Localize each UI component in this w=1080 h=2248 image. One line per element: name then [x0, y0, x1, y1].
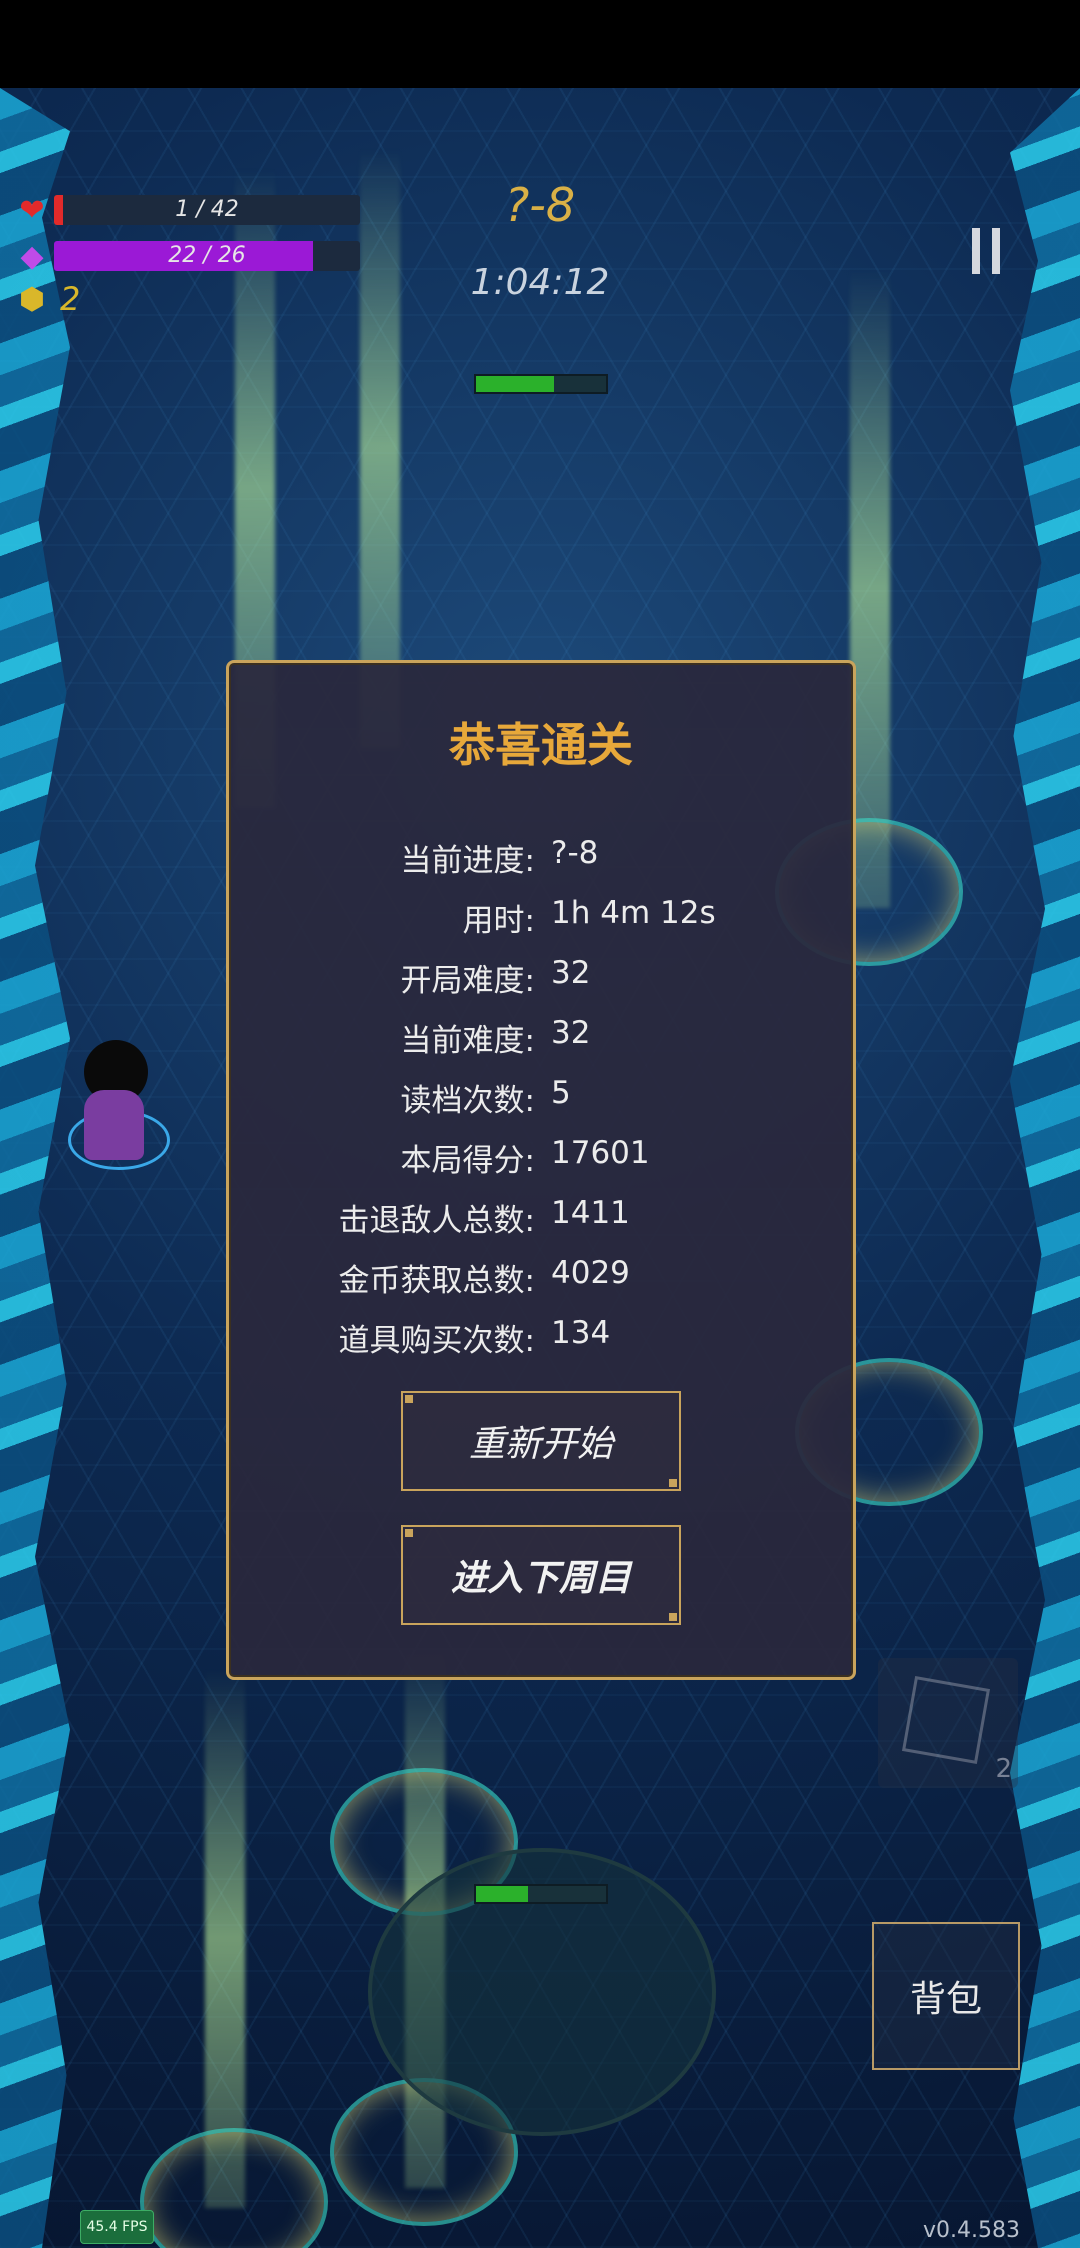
stat-label: 击退敌人总数:	[338, 1203, 535, 1239]
stat-row: 金币获取总数: 4029	[229, 1255, 853, 1305]
stat-row: 击退敌人总数: 1411	[229, 1195, 853, 1245]
mana-bar: 22 / 26	[54, 241, 360, 271]
stat-label: 读档次数:	[400, 1083, 535, 1119]
stat-label: 用时:	[462, 903, 535, 939]
stat-label: 金币获取总数:	[338, 1263, 535, 1299]
health-bar: 1 / 42	[54, 195, 360, 225]
next-cycle-button[interactable]: 进入下周目	[401, 1525, 681, 1625]
mana-row: ◆ 22 / 26	[14, 238, 360, 274]
light-beam	[850, 268, 890, 908]
stat-value: 1h 4m 12s	[551, 895, 716, 931]
stat-label: 开局难度:	[400, 963, 535, 999]
stat-value: ?-8	[551, 835, 599, 871]
status-bar	[0, 0, 1080, 88]
boss-health-fill	[476, 1886, 528, 1902]
stat-value: 32	[551, 955, 591, 991]
stat-value: 1411	[551, 1195, 630, 1231]
stat-row: 当前进度: ?-8	[229, 835, 853, 885]
crystal-wall-left	[0, 88, 70, 2248]
stat-label: 道具购买次数:	[338, 1323, 535, 1359]
cube-icon	[901, 1675, 991, 1765]
player-robe	[84, 1090, 144, 1160]
mana-diamond-icon: ◆	[20, 238, 44, 274]
stat-row: 本局得分: 17601	[229, 1135, 853, 1185]
boss-health-bar	[474, 1884, 608, 1904]
pause-icon	[972, 228, 980, 274]
pause-button[interactable]	[972, 228, 1008, 274]
restart-label: 重新开始	[468, 1424, 613, 1465]
stat-row: 道具购买次数: 134	[229, 1315, 853, 1365]
next-cycle-label: 进入下周目	[450, 1558, 631, 1599]
player-character	[74, 1040, 154, 1160]
coin-icon: ⬢	[18, 281, 46, 317]
stat-row: 读档次数: 5	[229, 1075, 853, 1125]
magic-circle	[140, 2128, 328, 2248]
crystal-wall-right	[1010, 88, 1080, 2248]
item-count: 2	[995, 1754, 1012, 1784]
stat-row: 当前难度: 32	[229, 1015, 853, 1065]
coin-count: 2	[60, 280, 81, 318]
heart-icon: ❤	[19, 192, 45, 228]
mana-text: 22 / 26	[168, 243, 246, 268]
stat-row: 用时: 1h 4m 12s	[229, 895, 853, 945]
stat-value: 4029	[551, 1255, 630, 1291]
level-indicator: ?-8	[504, 178, 576, 232]
game-timer: 1:04:12	[470, 262, 610, 303]
stat-label: 本局得分:	[400, 1143, 535, 1179]
stat-value: 17601	[551, 1135, 650, 1171]
fps-counter: 45.4 FPS	[80, 2210, 154, 2244]
stat-value: 32	[551, 1015, 591, 1051]
light-beam	[205, 1668, 245, 2208]
enemy-health-bar	[474, 374, 608, 394]
light-beam	[360, 148, 400, 748]
stage-clear-dialog: 恭喜通关 当前进度: ?-8 用时: 1h 4m 12s 开局难度: 32 当前难度: 32 读…	[226, 660, 856, 1680]
stat-value: 5	[551, 1075, 571, 1111]
coin-row: ⬢ 2	[14, 280, 80, 318]
version-label: v0.4.583	[923, 2218, 1020, 2243]
stat-label: 当前进度:	[400, 843, 535, 879]
backpack-label: 背包	[909, 1979, 982, 2020]
stat-label: 当前难度:	[400, 1023, 535, 1059]
restart-button[interactable]: 重新开始	[401, 1391, 681, 1491]
item-slot[interactable]: 2	[878, 1658, 1018, 1788]
dialog-title: 恭喜通关	[449, 718, 633, 772]
stat-row: 开局难度: 32	[229, 955, 853, 1005]
stat-value: 134	[551, 1315, 611, 1351]
health-text: 1 / 42	[175, 197, 239, 222]
enemy-health-fill	[476, 376, 554, 392]
pause-icon-bar	[992, 228, 1000, 274]
backpack-button[interactable]: 背包	[872, 1922, 1020, 2070]
health-row: ❤ 1 / 42	[14, 192, 360, 228]
